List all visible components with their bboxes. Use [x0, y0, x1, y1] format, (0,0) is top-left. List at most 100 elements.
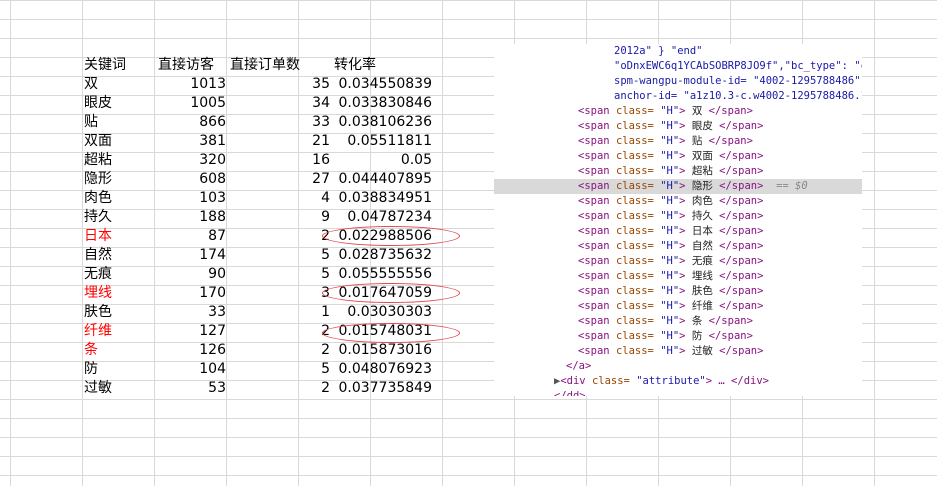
keyword-cell[interactable]: 隐形 [82, 170, 156, 189]
rate-cell[interactable]: 0.033830846 [332, 94, 436, 113]
rate-cell[interactable]: 0.034550839 [332, 75, 436, 94]
devtools-source-line[interactable]: "oDnxEWC6q1YCAbSOBRP8JO9f","bc_type": "c… [494, 59, 862, 74]
table-row: 隐形 608 27 0.044407895 [82, 170, 436, 189]
keyword-cell[interactable]: 埋线 [82, 284, 156, 303]
keyword-cell[interactable]: 日本 [82, 227, 156, 246]
devtools-span-node[interactable]: <span class= "H"> 埋线 </span> [494, 269, 862, 284]
devtools-span-node[interactable]: <span class= "H"> 眼皮 </span> [494, 119, 862, 134]
keyword-cell[interactable]: 双面 [82, 132, 156, 151]
visitors-cell[interactable]: 1005 [156, 94, 228, 113]
rate-cell[interactable]: 0.038106236 [332, 113, 436, 132]
devtools-div-node[interactable]: ▶<div class= "attribute"> … </div> [494, 374, 862, 389]
orders-cell[interactable]: 34 [228, 94, 332, 113]
rate-cell[interactable]: 0.028735632 [332, 246, 436, 265]
devtools-span-node[interactable]: <span class= "H"> 超粘 </span> [494, 164, 862, 179]
table-header-row: 关键词 直接访客 直接订单数 转化率 [82, 56, 436, 75]
rate-cell[interactable]: 0.03030303 [332, 303, 436, 322]
devtools-span-node[interactable]: <span class= "H"> 贴 </span> [494, 134, 862, 149]
rate-cell[interactable]: 0.04787234 [332, 208, 436, 227]
devtools-span-node[interactable]: <span class= "H"> 条 </span> [494, 314, 862, 329]
orders-cell[interactable]: 4 [228, 189, 332, 208]
visitors-cell[interactable]: 1013 [156, 75, 228, 94]
devtools-span-node[interactable]: <span class= "H"> 自然 </span> [494, 239, 862, 254]
keyword-cell[interactable]: 超粘 [82, 151, 156, 170]
orders-cell[interactable]: 2 [228, 227, 332, 246]
orders-cell[interactable]: 33 [228, 113, 332, 132]
visitors-cell[interactable]: 608 [156, 170, 228, 189]
visitors-cell[interactable]: 103 [156, 189, 228, 208]
devtools-span-node[interactable]: <span class= "H"> 双 </span> [494, 104, 862, 119]
visitors-cell[interactable]: 381 [156, 132, 228, 151]
keyword-cell[interactable]: 过敏 [82, 379, 156, 398]
keyword-cell[interactable]: 无痕 [82, 265, 156, 284]
visitors-cell[interactable]: 866 [156, 113, 228, 132]
rate-cell[interactable]: 0.048076923 [332, 360, 436, 379]
visitors-cell[interactable]: 104 [156, 360, 228, 379]
devtools-span-node[interactable]: <span class= "H"> 双面 </span> [494, 149, 862, 164]
rate-cell[interactable]: 0.05 [332, 151, 436, 170]
class-attr: class= [615, 255, 654, 267]
rate-cell[interactable]: 0.055555556 [332, 265, 436, 284]
span-open-tag: <span [578, 120, 610, 132]
orders-cell[interactable]: 3 [228, 284, 332, 303]
orders-cell[interactable]: 9 [228, 208, 332, 227]
orders-cell[interactable]: 5 [228, 360, 332, 379]
devtools-span-node[interactable]: <span class= "H"> 无痕 </span> [494, 254, 862, 269]
header-orders[interactable]: 直接订单数 [228, 56, 332, 75]
devtools-dd-close[interactable]: </dd> [494, 389, 862, 396]
rate-cell[interactable]: 0.037735849 [332, 379, 436, 398]
orders-cell[interactable]: 2 [228, 322, 332, 341]
orders-cell[interactable]: 2 [228, 341, 332, 360]
rate-cell[interactable]: 0.038834951 [332, 189, 436, 208]
rate-cell[interactable]: 0.015873016 [332, 341, 436, 360]
devtools-span-node[interactable]: <span class= "H"> 肤色 </span> [494, 284, 862, 299]
keyword-cell[interactable]: 贴 [82, 113, 156, 132]
visitors-cell[interactable]: 33 [156, 303, 228, 322]
devtools-source-line[interactable]: spm-wangpu-module-id= "4002-1295788486" … [494, 74, 862, 89]
devtools-span-node[interactable]: <span class= "H"> 日本 </span> [494, 224, 862, 239]
keyword-cell[interactable]: 双 [82, 75, 156, 94]
orders-cell[interactable]: 1 [228, 303, 332, 322]
visitors-cell[interactable]: 87 [156, 227, 228, 246]
devtools-span-node[interactable]: <span class= "H"> 持久 </span> [494, 209, 862, 224]
header-visitors[interactable]: 直接访客 [156, 56, 228, 75]
visitors-cell[interactable]: 174 [156, 246, 228, 265]
visitors-cell[interactable]: 320 [156, 151, 228, 170]
orders-cell[interactable]: 5 [228, 246, 332, 265]
visitors-cell[interactable]: 188 [156, 208, 228, 227]
visitors-cell[interactable]: 170 [156, 284, 228, 303]
keyword-cell[interactable]: 条 [82, 341, 156, 360]
orders-cell[interactable]: 2 [228, 379, 332, 398]
devtools-source-line[interactable]: anchor-id= "a1z10.3-c.w4002-1295788486.1… [494, 89, 862, 104]
keyword-cell[interactable]: 肤色 [82, 303, 156, 322]
rate-cell[interactable]: 0.044407895 [332, 170, 436, 189]
orders-cell[interactable]: 5 [228, 265, 332, 284]
visitors-cell[interactable]: 90 [156, 265, 228, 284]
orders-cell[interactable]: 27 [228, 170, 332, 189]
devtools-span-node[interactable]: <span class= "H"> 纤维 </span> [494, 299, 862, 314]
keyword-cell[interactable]: 肉色 [82, 189, 156, 208]
span-close-tag: </span> [719, 285, 764, 297]
orders-cell[interactable]: 21 [228, 132, 332, 151]
devtools-a-close[interactable]: </a> [494, 359, 862, 374]
tag-bracket: > [679, 285, 686, 297]
keyword-cell[interactable]: 眼皮 [82, 94, 156, 113]
header-rate[interactable]: 转化率 [332, 56, 436, 75]
keyword-cell[interactable]: 纤维 [82, 322, 156, 341]
keyword-cell[interactable]: 持久 [82, 208, 156, 227]
visitors-cell[interactable]: 127 [156, 322, 228, 341]
devtools-span-node[interactable]: <span class= "H"> 防 </span> [494, 329, 862, 344]
keyword-cell[interactable]: 防 [82, 360, 156, 379]
orders-cell[interactable]: 16 [228, 151, 332, 170]
rate-cell[interactable]: 0.05511811 [332, 132, 436, 151]
devtools-span-node[interactable]: <span class= "H"> 隐形 </span> == $0 [494, 179, 862, 194]
visitors-cell[interactable]: 126 [156, 341, 228, 360]
orders-cell[interactable]: 35 [228, 75, 332, 94]
devtools-span-node[interactable]: <span class= "H"> 肉色 </span> [494, 194, 862, 209]
header-keyword[interactable]: 关键词 [82, 56, 156, 75]
devtools-source-line[interactable]: 2012a" } "end" [494, 44, 862, 59]
devtools-span-node[interactable]: <span class= "H"> 过敏 </span> [494, 344, 862, 359]
keyword-cell[interactable]: 自然 [82, 246, 156, 265]
table-row: 贴 866 33 0.038106236 [82, 113, 436, 132]
visitors-cell[interactable]: 53 [156, 379, 228, 398]
